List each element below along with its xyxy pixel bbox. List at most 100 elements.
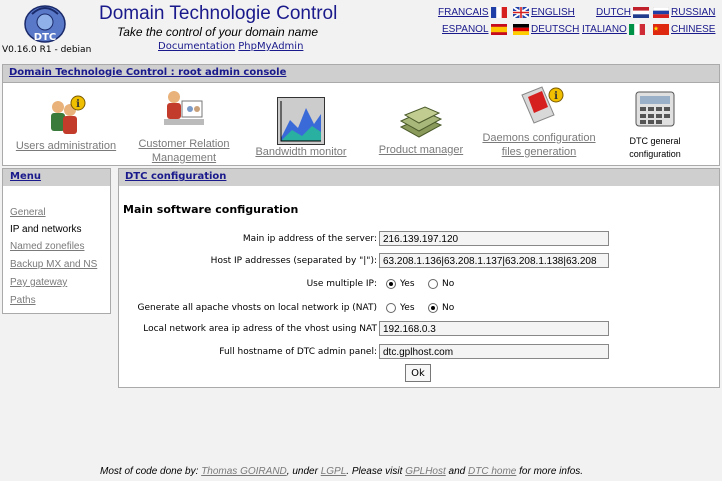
tool-users-administration[interactable]: i Users administration [15, 83, 117, 153]
tool-label-line2: configuration [629, 149, 681, 159]
console-header: Domain Technologie Control : root admin … [3, 65, 719, 83]
tool-product-manager[interactable]: Product manager [373, 83, 469, 157]
netherlands-flag-icon [633, 7, 649, 18]
tool-label-line1: DTC general [629, 136, 681, 146]
tool-bandwidth-monitor[interactable]: Bandwidth monitor [253, 83, 349, 159]
nat-label: Generate all apache vhosts on local netw… [137, 303, 377, 313]
bandwidth-graph-icon [277, 97, 325, 145]
lang-label: CHINESE [671, 24, 716, 35]
menu-item-general[interactable]: General [10, 207, 46, 218]
menu-item-named-zonefiles[interactable]: Named zonefiles [10, 241, 84, 252]
menu-item-backup-mx-ns[interactable]: Backup MX and NS [10, 259, 97, 270]
gplhost-link[interactable]: GPLHost [405, 466, 446, 477]
radio-label: Yes [400, 303, 415, 313]
nat-yes-radio[interactable]: Yes [386, 303, 415, 313]
radio-circle [386, 279, 396, 289]
menu-item-paths[interactable]: Paths [10, 295, 36, 306]
main-ip-field[interactable]: 216.139.197.120 [379, 231, 609, 246]
crm-icon [162, 87, 206, 131]
tool-dtc-general-configuration[interactable]: DTC general configuration [615, 83, 695, 161]
footer-text: and [448, 466, 466, 477]
uk-flag-icon [512, 6, 530, 19]
menu-item-pay-gateway[interactable]: Pay gateway [10, 277, 67, 288]
calculator-icon [633, 89, 677, 131]
multi-ip-no-radio[interactable]: No [428, 279, 454, 289]
lang-label: RUSSIAN [671, 7, 716, 18]
panel-header: DTC configuration [119, 169, 719, 186]
lang-dutch[interactable]: DUTCH [596, 7, 649, 18]
tool-label: Product manager [378, 144, 464, 156]
tool-label: Bandwidth monitor [255, 146, 347, 158]
host-ips-field[interactable]: 63.208.1.136|63.208.1.137|63.208.1.138|6… [379, 253, 609, 268]
radio-label: No [442, 303, 455, 313]
footer-text: for more infos. [519, 466, 584, 477]
phpmyadmin-link[interactable]: PhpMyAdmin [238, 41, 303, 52]
license-link[interactable]: LGPL [321, 466, 347, 477]
tool-label-line2: files generation [501, 146, 577, 158]
lang-francais[interactable]: FRANCAIS [438, 7, 507, 18]
lang-espanol[interactable]: ESPANOL [442, 24, 507, 35]
footer-text: , under [286, 466, 318, 477]
lang-russian[interactable]: RUSSIAN [652, 6, 716, 18]
china-flag-icon [653, 24, 669, 35]
lang-label: ITALIANO [582, 24, 627, 35]
spain-flag-icon [490, 24, 507, 35]
admin-console-bar: Domain Technologie Control : root admin … [2, 64, 720, 166]
app-tagline: Take the control of your domain name [117, 25, 319, 39]
lang-label: DEUTSCH [531, 24, 580, 35]
hostname-label: Full hostname of DTC admin panel: [219, 347, 377, 357]
dtc-logo: DTC [22, 4, 68, 44]
author-link[interactable]: Thomas GOIRAND [201, 466, 287, 477]
lang-english[interactable]: ENGLISH [512, 6, 575, 19]
svg-text:i: i [76, 99, 80, 110]
lang-italiano[interactable]: ITALIANO [582, 24, 645, 35]
tool-label-line1: Customer Relation [138, 138, 230, 150]
switch-icon: i [514, 85, 564, 127]
tool-label: Users administration [15, 140, 117, 152]
multi-ip-label: Use multiple IP: [306, 279, 377, 289]
ok-button[interactable]: Ok [405, 364, 431, 382]
radio-label: Yes [400, 279, 415, 289]
lang-deutsch[interactable]: DEUTSCH [513, 24, 579, 35]
menu-item-ip-and-networks[interactable]: IP and networks [10, 224, 82, 235]
radio-circle [386, 303, 396, 313]
hostname-field[interactable]: dtc.gplhost.com [379, 344, 609, 359]
russia-flag-icon [652, 6, 670, 18]
italy-flag-icon [628, 24, 645, 35]
svg-text:i: i [554, 91, 558, 102]
side-menu: Menu General IP and networks Named zonef… [2, 168, 111, 314]
users-icon: i [44, 93, 88, 143]
documentation-link[interactable]: Documentation [158, 41, 235, 52]
nat-no-radio[interactable]: No [428, 303, 454, 313]
dtc-configuration-panel: DTC configuration Main software configur… [118, 168, 720, 388]
menu-header: Menu [3, 169, 110, 186]
radio-circle [428, 279, 438, 289]
tool-label-line1: Daemons configuration [482, 132, 596, 144]
lan-ip-label: Local network area ip adress of the vhos… [143, 324, 377, 334]
lang-label: FRANCAIS [438, 7, 489, 18]
console-title: Domain Technologie Control : root admin … [9, 67, 287, 78]
multi-ip-yes-radio[interactable]: Yes [386, 279, 415, 289]
footer-text: Most of code done by: [100, 466, 199, 477]
radio-circle [428, 303, 438, 313]
germany-flag-icon [513, 24, 529, 35]
radio-label: No [442, 279, 455, 289]
doc-links: Documentation PhpMyAdmin [158, 41, 303, 52]
version-label: V0.16.0 R1 - debian [2, 45, 92, 55]
lan-ip-field[interactable]: 192.168.0.3 [379, 321, 609, 336]
tool-customer-relation-management[interactable]: Customer Relation Management [133, 83, 235, 165]
lang-label: ESPANOL [442, 24, 489, 35]
tool-daemons-configuration[interactable]: i Daemons configuration files generation [481, 83, 597, 159]
host-ips-label: Host IP addresses (separated by "|"): [210, 256, 377, 266]
logo-text: DTC [34, 32, 56, 43]
lang-chinese[interactable]: CHINESE [653, 24, 715, 35]
menu-title: Menu [10, 171, 41, 182]
money-icon [399, 103, 443, 143]
footer-text: . Please visit [346, 466, 403, 477]
app-title: Domain Technologie Control [99, 3, 338, 24]
footer: Most of code done by: Thomas GOIRAND, un… [100, 466, 583, 477]
dtc-home-link[interactable]: DTC home [468, 466, 516, 477]
tool-label-line2: Management [151, 152, 217, 164]
lang-label: ENGLISH [531, 7, 575, 18]
panel-title: DTC configuration [125, 171, 227, 182]
